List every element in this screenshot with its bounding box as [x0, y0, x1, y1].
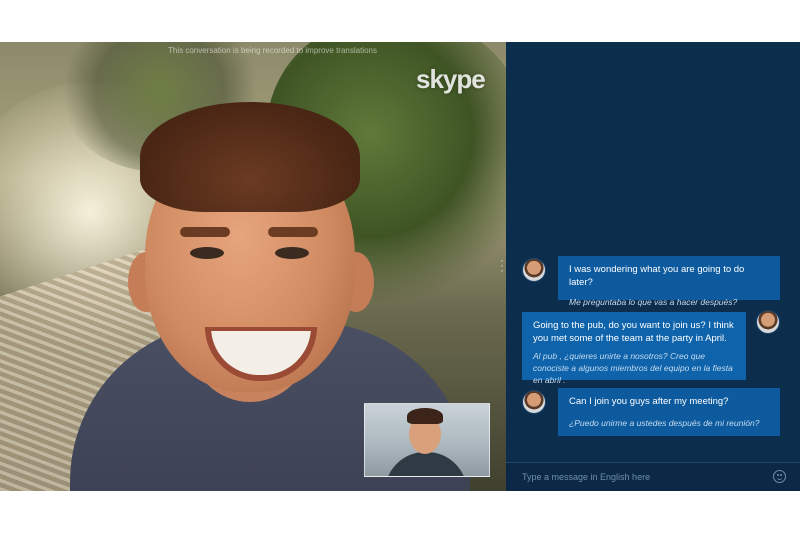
message-translation: Me preguntaba lo que vas a hacer después…	[569, 297, 738, 307]
message-text: I was wondering what you are going to do…	[569, 264, 745, 288]
smiley-icon[interactable]	[773, 470, 786, 483]
skype-translator-window: This conversation is being recorded to i…	[0, 42, 800, 491]
message-translation: ¿Puedo unirme a ustedes después de mi re…	[569, 418, 760, 428]
message-text: Can I join you guys after my meeting?	[569, 396, 729, 407]
eye	[190, 247, 224, 259]
skype-logo: skype	[416, 64, 486, 94]
eyebrow	[268, 227, 318, 237]
message-translation: Al pub , ¿quieres unirte a nosotros? Cre…	[533, 351, 733, 385]
panel-resize-handle[interactable]: · · ·	[500, 254, 504, 276]
self-view-video[interactable]	[364, 403, 490, 477]
message-text: Going to the pub, do you want to join us…	[533, 320, 734, 344]
smile-curve	[777, 476, 782, 480]
self-hair	[407, 408, 443, 424]
video-call-area: This conversation is being recorded to i…	[0, 42, 506, 491]
remote-avatar[interactable]	[522, 390, 546, 414]
hair	[140, 102, 360, 212]
eyebrow	[180, 227, 230, 237]
message-input[interactable]: Type a message in English here	[522, 472, 650, 482]
message-bubble: Can I join you guys after my meeting? ¿P…	[558, 388, 780, 436]
remote-avatar[interactable]	[522, 258, 546, 282]
message-bubble: Going to the pub, do you want to join us…	[522, 312, 746, 385]
eye	[275, 247, 309, 259]
message-bubble: I was wondering what you are going to do…	[558, 256, 780, 307]
translation-chat-panel: I was wondering what you are going to do…	[506, 42, 800, 491]
self-body	[385, 452, 467, 476]
message-composer[interactable]: Type a message in English here	[506, 462, 800, 491]
self-avatar[interactable]	[756, 310, 780, 334]
recording-notice: This conversation is being recorded to i…	[168, 46, 377, 55]
